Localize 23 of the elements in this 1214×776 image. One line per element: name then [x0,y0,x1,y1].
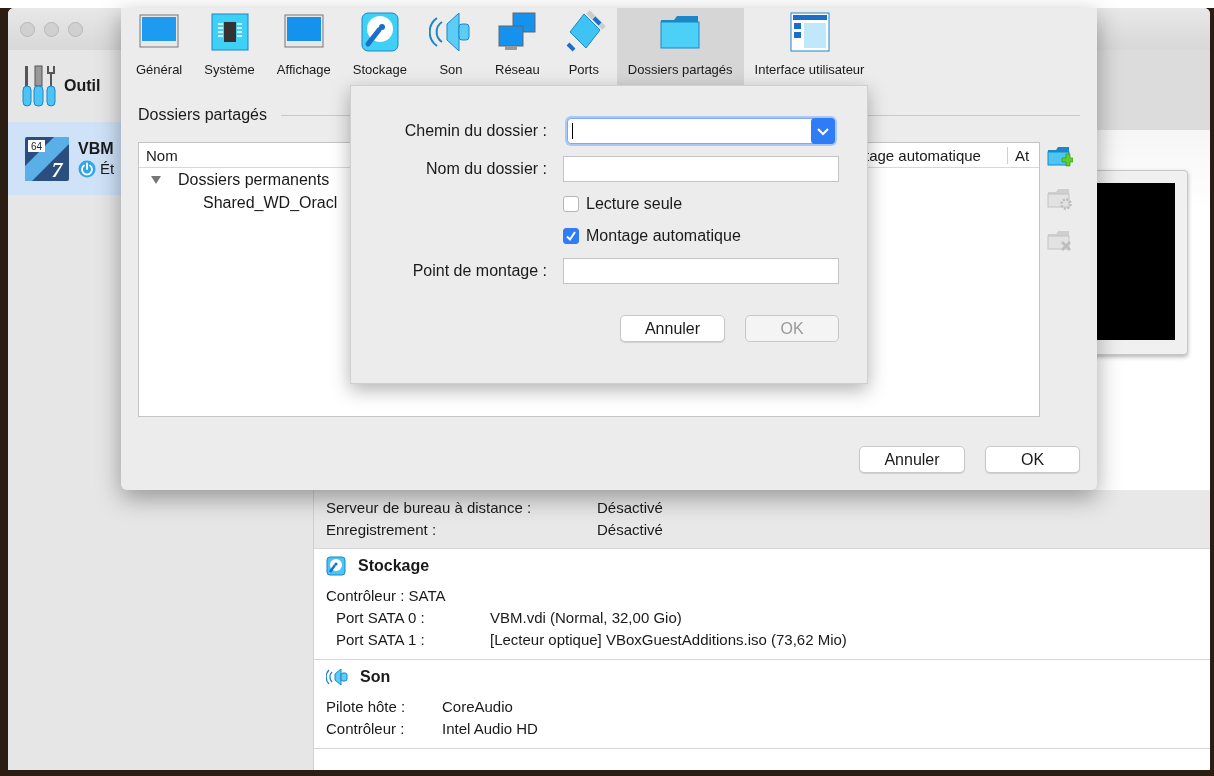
detail-label: Enregistrement : [326,520,438,540]
detail-label: Pilote hôte : [326,697,407,717]
vm-status: Ét [100,160,115,177]
detail-label: Contrôleur : SATA [326,586,446,606]
section-title: Son [360,668,391,686]
detail-label: Contrôleur : [326,719,406,739]
section-title: Stockage [358,557,430,575]
detail-label: Serveur de bureau à distance : [326,498,533,518]
detail-label: Port SATA 0 : [336,608,426,628]
detail-value: Intel Audio HD [442,719,538,739]
field-label: Point de montage : [411,262,547,280]
vm-name: VBM [78,139,115,158]
detail-value: Désactivé [597,498,663,518]
detail-value: VBM.vdi (Normal, 32,00 Gio) [490,608,682,628]
group-title: Dossiers partagés [138,106,267,124]
field-label: Chemin du dossier : [403,122,547,140]
detail-value: Désactivé [597,520,663,540]
field-label: Nom du dossier : [425,160,547,178]
version-number: 7 [51,156,63,182]
detail-value: CoreAudio [442,697,513,717]
architecture-label: 64 [30,140,43,152]
detail-label: Port SATA 1 : [336,630,426,650]
detail-value: [Lecteur optique] VBoxGuestAdditions.iso (73,62 Mio) [490,630,847,650]
